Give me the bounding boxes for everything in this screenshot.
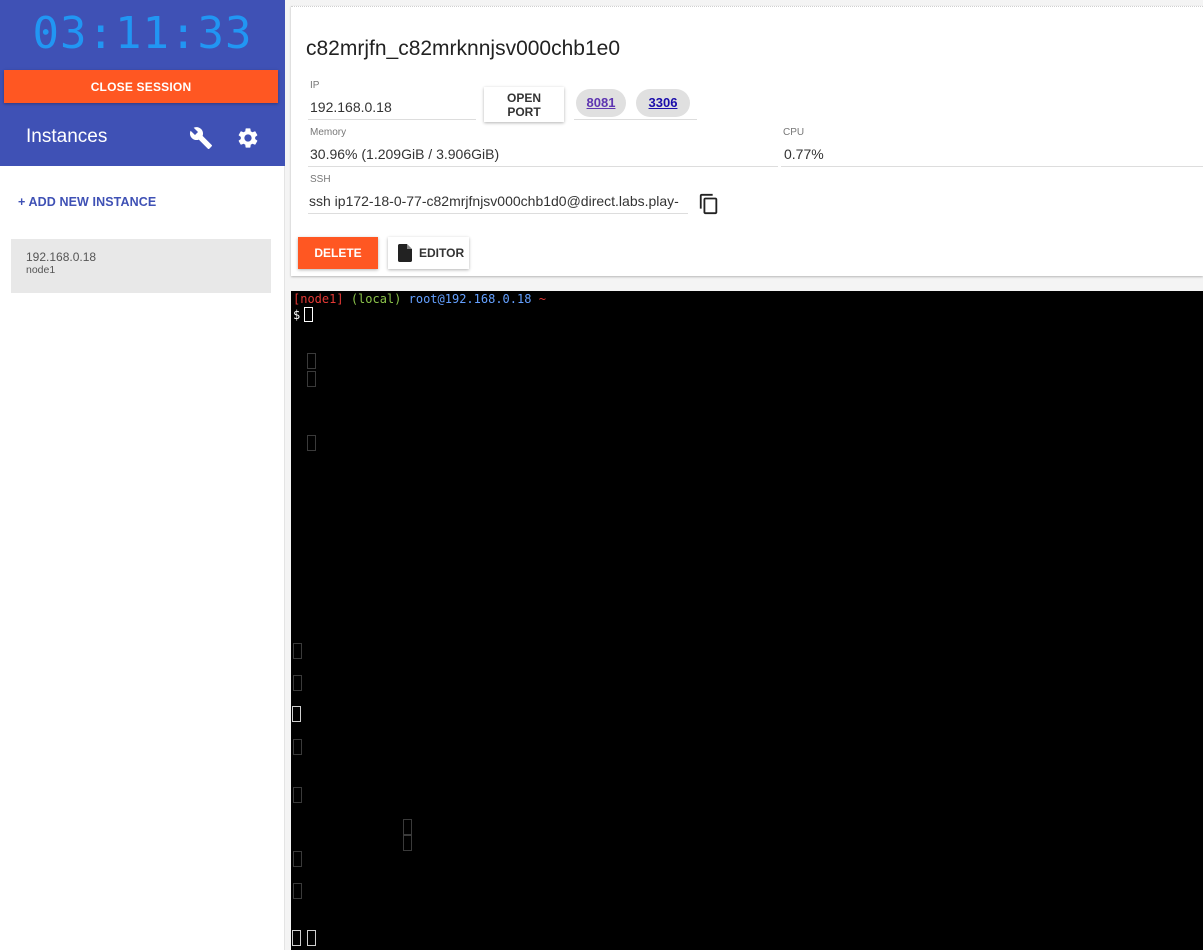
wrench-icon[interactable]: [189, 126, 213, 150]
session-timer: 03:11:33: [32, 8, 253, 59]
terminal-artifact: [403, 835, 412, 851]
copy-icon[interactable]: [698, 193, 720, 215]
editor-button-label: EDITOR: [419, 246, 465, 260]
terminal-artifact: [403, 819, 412, 835]
terminal-artifact: [293, 739, 302, 755]
ssh-label: SSH: [310, 174, 331, 185]
prompt-user: root@192.168.0.18: [408, 292, 532, 306]
terminal[interactable]: [node1] (local) root@192.168.0.18 ~ $: [291, 291, 1203, 950]
port-3306-link[interactable]: 3306: [636, 89, 690, 117]
terminal-artifact: [292, 706, 301, 722]
editor-button[interactable]: EDITOR: [388, 237, 469, 269]
terminal-artifact: [307, 930, 316, 946]
port-8081-link[interactable]: 8081: [576, 89, 626, 117]
ip-label: IP: [310, 80, 320, 91]
prompt-symbol: $: [293, 308, 301, 322]
ssh-value[interactable]: ssh ip172-18-0-77-c82mrjfnjsv000chb1d0@d…: [309, 193, 689, 209]
ip-underline: [308, 119, 476, 120]
instance-details-card: c82mrjfn_c82mrknnjsv000chb1e0 IP 192.168…: [291, 6, 1203, 276]
ip-value[interactable]: 192.168.0.18: [310, 99, 392, 115]
gear-icon[interactable]: [236, 126, 260, 150]
terminal-input-line: $: [293, 307, 1201, 323]
terminal-artifact: [307, 353, 316, 369]
terminal-artifact: [307, 371, 316, 387]
cpu-underline: [781, 166, 1203, 167]
open-port-button[interactable]: OPEN PORT: [484, 87, 564, 122]
prompt-env: (local): [350, 292, 402, 306]
memory-value: 30.96% (1.209GiB / 3.906GiB): [310, 146, 500, 162]
cpu-label: CPU: [783, 127, 805, 138]
terminal-artifact: [293, 787, 302, 803]
sidebar: 03:11:33 CLOSE SESSION Instances + ADD N…: [0, 0, 285, 950]
terminal-artifact: [293, 643, 302, 659]
delete-instance-button[interactable]: DELETE: [298, 237, 378, 269]
memory-label: Memory: [310, 127, 347, 138]
add-new-instance-button[interactable]: + ADD NEW INSTANCE: [18, 195, 156, 209]
instance-title: c82mrjfn_c82mrknnjsv000chb1e0: [306, 37, 621, 60]
terminal-artifact: [307, 435, 316, 451]
sidebar-header: 03:11:33 CLOSE SESSION Instances: [0, 0, 285, 166]
terminal-artifact: [293, 883, 302, 899]
prompt-tilde: ~: [538, 292, 546, 306]
memory-underline: [308, 166, 778, 167]
terminal-artifact: [293, 675, 302, 691]
ssh-underline: [308, 213, 688, 214]
ports-underline: [574, 119, 697, 120]
terminal-artifact: [292, 930, 301, 946]
terminal-artifact: [293, 851, 302, 867]
instance-list-item[interactable]: 192.168.0.18 node1: [11, 239, 271, 293]
file-icon: [398, 244, 412, 262]
cpu-value: 0.77%: [784, 146, 824, 162]
main-panel: c82mrjfn_c82mrknnjsv000chb1e0 IP 192.168…: [285, 0, 1203, 950]
instance-item-ip: 192.168.0.18: [26, 250, 97, 264]
instances-title: Instances: [26, 126, 108, 147]
terminal-cursor: [304, 307, 314, 322]
terminal-prompt-line: [node1] (local) root@192.168.0.18 ~: [293, 291, 1201, 307]
prompt-node: [node1]: [293, 292, 344, 306]
close-session-button[interactable]: CLOSE SESSION: [4, 70, 278, 103]
instance-item-name: node1: [26, 264, 56, 276]
